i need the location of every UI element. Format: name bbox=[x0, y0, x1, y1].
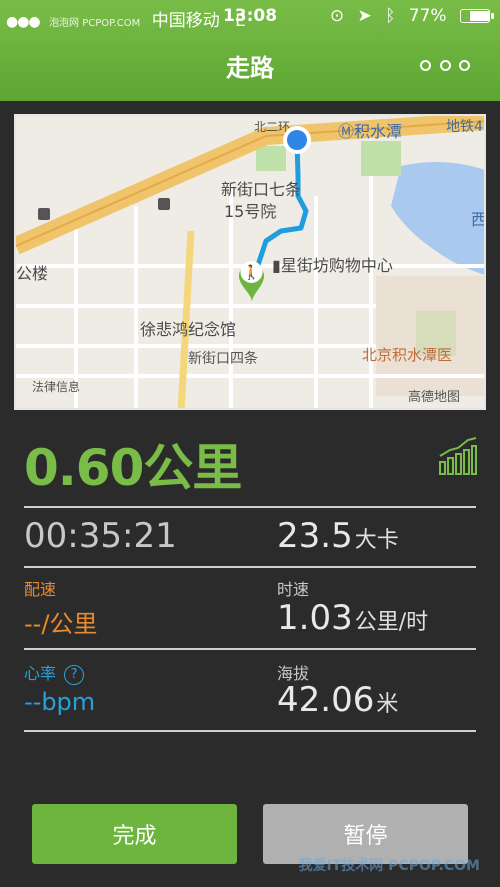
map-brand: 高德地图 bbox=[408, 390, 461, 405]
map-label-block-b: 15号院 bbox=[224, 202, 277, 221]
orientation-lock-icon: ⊙ bbox=[329, 6, 345, 26]
status-right: ⊙ ➤ ᛒ 77% bbox=[322, 6, 494, 26]
mall-name: 星街坊购物中心 bbox=[280, 256, 393, 275]
divider bbox=[24, 730, 476, 732]
bottom-watermark: 我爱IT技术网 PCPOP.COM bbox=[298, 858, 480, 874]
start-pin-icon: 🚶 bbox=[239, 261, 264, 302]
finish-button[interactable]: 完成 bbox=[32, 804, 237, 864]
pace-stat: --/公里 bbox=[24, 604, 97, 639]
pace-unit: /公里 bbox=[41, 610, 98, 638]
calories-stat: 23.5大卡 bbox=[277, 516, 399, 556]
map-label-street: 新街口四条 bbox=[188, 351, 258, 367]
heart-rate-label: 心率? bbox=[24, 660, 85, 685]
pace-value: -- bbox=[24, 610, 42, 638]
speed-label: 时速 bbox=[277, 580, 310, 599]
more-options-button[interactable] bbox=[420, 58, 470, 72]
speed-stat: 1.03公里/时 bbox=[277, 598, 428, 638]
speed-value: 1.03 bbox=[277, 598, 353, 638]
heart-rate-value: --bpm bbox=[24, 688, 96, 716]
more-dot-icon bbox=[459, 59, 470, 71]
calories-value: 23.5 bbox=[277, 516, 353, 556]
more-dot-icon bbox=[420, 59, 431, 71]
duration-value: 00:35:21 bbox=[24, 516, 177, 556]
park-shape bbox=[361, 141, 401, 176]
map-legal-link[interactable]: 法律信息 bbox=[32, 378, 80, 395]
map-label-subway: 地铁4 bbox=[446, 119, 483, 135]
pace-label: 配速 bbox=[24, 580, 57, 599]
altitude-unit: 米 bbox=[376, 692, 399, 717]
bluetooth-icon: ᛒ bbox=[385, 6, 396, 26]
divider bbox=[24, 566, 476, 568]
map-label-block-a: 新街口七条 bbox=[221, 180, 302, 199]
divider bbox=[24, 506, 476, 508]
status-bar: ●●● 泡泡网 PCPOP.COM 中国移动 E 13:08 ⊙ ➤ ᛒ 77% bbox=[0, 0, 500, 34]
park-shape bbox=[256, 146, 286, 171]
divider bbox=[24, 648, 476, 650]
map-label-station: Ⓜ积水潭 bbox=[338, 122, 403, 141]
route-map[interactable]: 🚶 北二环 Ⓜ积水潭 地铁4 新街口七条 15号院 ▮星街坊购物中心 公楼 西 … bbox=[14, 114, 486, 410]
battery-percent: 77% bbox=[408, 6, 447, 26]
altitude-value: 42.06 bbox=[277, 680, 375, 720]
calories-unit: 大卡 bbox=[354, 528, 399, 553]
speed-unit: 公里/时 bbox=[354, 610, 429, 635]
map-label-road: 北二环 bbox=[254, 120, 291, 134]
map-label-museum: 徐悲鸿纪念馆 bbox=[140, 320, 237, 339]
trend-chart-icon[interactable] bbox=[438, 436, 478, 476]
battery-icon bbox=[460, 9, 494, 23]
more-dot-icon bbox=[439, 59, 451, 71]
map-label-park: 公楼 bbox=[16, 264, 49, 283]
heart-rate-label-text: 心率 bbox=[24, 664, 57, 683]
location-icon: ➤ bbox=[357, 6, 372, 26]
map-label-mall: ▮星街坊购物中心 bbox=[272, 256, 393, 275]
map-label-xi: 西 bbox=[471, 210, 486, 229]
altitude-stat: 42.06米 bbox=[277, 680, 398, 720]
distance-value: 0.60公里 bbox=[24, 439, 242, 497]
map-label-hospital: 北京积水潭医 bbox=[362, 346, 453, 364]
help-icon[interactable]: ? bbox=[64, 665, 85, 685]
station-name: 积水潭 bbox=[354, 122, 403, 141]
svg-text:🚶: 🚶 bbox=[243, 264, 260, 281]
